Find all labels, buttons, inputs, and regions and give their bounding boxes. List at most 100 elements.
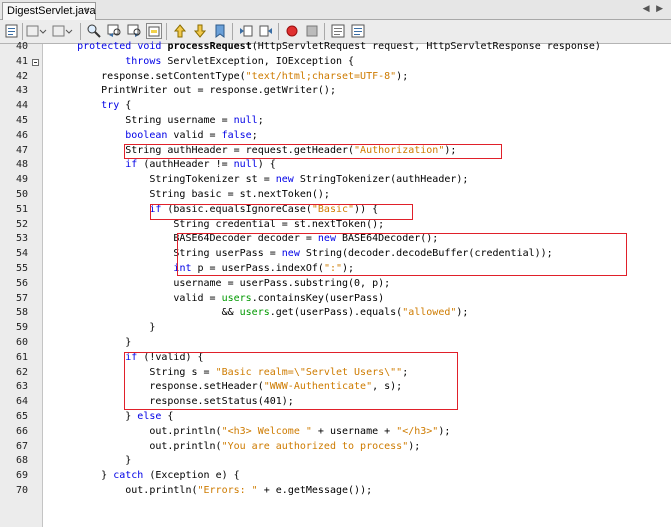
- code-line[interactable]: 69 } catch (Exception e) {: [0, 469, 671, 484]
- line-number: 61: [15, 351, 28, 363]
- code-text: }: [53, 337, 132, 348]
- code-text: PrintWriter out = response.getWriter();: [53, 85, 336, 97]
- line-number: 57: [15, 292, 28, 304]
- shift-right-icon[interactable]: [258, 23, 274, 39]
- toolbar-separator: [232, 23, 233, 40]
- line-number: 53: [15, 233, 28, 245]
- code-text: out.println("<h3> Welcome " + username +…: [53, 425, 451, 437]
- next-bookmark-icon[interactable]: [192, 23, 208, 39]
- line-number: 63: [15, 381, 28, 393]
- code-text: valid = users.containsKey(userPass): [53, 292, 385, 304]
- code-line[interactable]: 46 boolean valid = false;: [0, 129, 671, 144]
- code-line[interactable]: 60 }: [0, 336, 671, 351]
- line-number: 48: [15, 159, 28, 171]
- line-number: 45: [15, 115, 28, 126]
- code-text: protected void processRequest(HttpServle…: [77, 41, 601, 52]
- code-line[interactable]: 49 StringTokenizer st = new StringTokeni…: [0, 173, 671, 188]
- line-number: 47: [15, 144, 28, 156]
- code-line[interactable]: 42 response.setContentType("text/html;ch…: [0, 70, 671, 85]
- code-text: String username = null;: [53, 115, 264, 126]
- code-text: response.setContentType("text/html;chars…: [53, 70, 409, 82]
- editor-tab-bar: DigestServlet.java × ◀ ▶: [0, 0, 671, 20]
- code-text: if (authHeader != null) {: [125, 159, 276, 171]
- code-line[interactable]: 43 PrintWriter out = response.getWriter(…: [0, 84, 671, 99]
- code-line[interactable]: 58 && users.get(userPass).equals("allowe…: [0, 306, 671, 321]
- line-number: 66: [15, 425, 28, 437]
- toggle-highlight-icon[interactable]: [146, 23, 162, 39]
- highlight-box-decode: [177, 233, 627, 276]
- code-line[interactable]: 66 out.println("<h3> Welcome " + usernam…: [0, 425, 671, 440]
- code-text: boolean valid = false;: [125, 129, 258, 141]
- code-line[interactable]: 68 }: [0, 454, 671, 469]
- line-number: 46: [15, 129, 28, 141]
- toolbar-separator: [324, 23, 325, 40]
- line-number: 43: [15, 85, 28, 97]
- code-text: username = userPass.substring(0, p);: [53, 277, 391, 289]
- code-text: } else {: [53, 411, 174, 422]
- code-text: && users.get(userPass).equals("allowed")…: [53, 307, 469, 319]
- line-number: 69: [15, 470, 28, 482]
- line-number: 58: [15, 307, 28, 319]
- line-number: 50: [15, 189, 28, 200]
- code-text: String basic = st.nextToken();: [53, 189, 330, 200]
- comment-icon[interactable]: [330, 23, 346, 39]
- code-text: }: [53, 455, 132, 467]
- code-text: out.println("Errors: " + e.getMessage())…: [53, 485, 373, 496]
- tab-scroll-arrows-icon[interactable]: ◀ ▶: [643, 3, 665, 14]
- code-line[interactable]: 67 out.println("You are authorized to pr…: [0, 440, 671, 455]
- highlight-box-auth-header: [124, 144, 502, 159]
- uncomment-icon[interactable]: [350, 23, 366, 39]
- find-next-icon[interactable]: [126, 23, 142, 39]
- line-number: 64: [15, 396, 28, 408]
- stop-macro-icon[interactable]: [304, 23, 320, 39]
- line-number: 60: [15, 337, 28, 348]
- find-icon[interactable]: [86, 23, 102, 39]
- code-text: } catch (Exception e) {: [53, 470, 240, 482]
- code-line[interactable]: 48 if (authHeader != null) {: [0, 158, 671, 173]
- code-text: StringTokenizer st = new StringTokenizer…: [53, 174, 469, 186]
- source-history-icon[interactable]: [4, 23, 20, 39]
- line-number: 62: [15, 366, 28, 378]
- line-number: 54: [15, 248, 28, 260]
- code-text: try {: [101, 100, 132, 112]
- line-number: 70: [15, 485, 28, 496]
- code-line[interactable]: 40 protected void processRequest(HttpSer…: [0, 40, 671, 55]
- code-line[interactable]: 44 try {: [0, 99, 671, 114]
- toolbar-separator: [80, 23, 81, 40]
- line-number: 55: [15, 263, 28, 274]
- toggle-bookmark-icon[interactable]: [212, 23, 228, 39]
- code-line[interactable]: 70 out.println("Errors: " + e.getMessage…: [0, 484, 671, 499]
- shift-left-icon[interactable]: [238, 23, 254, 39]
- code-line[interactable]: 45 String username = null;: [0, 114, 671, 129]
- line-number: 59: [15, 322, 28, 334]
- start-macro-icon[interactable]: [284, 23, 300, 39]
- line-number: 44: [15, 100, 28, 112]
- toolbar-separator: [166, 23, 167, 40]
- line-number: 68: [15, 455, 28, 467]
- line-number: 49: [15, 174, 28, 186]
- code-text: throws ServletException, IOException {: [125, 55, 355, 67]
- back-icon[interactable]: [26, 23, 48, 39]
- close-icon[interactable]: ×: [84, 3, 90, 19]
- code-text: out.println("You are authorized to proce…: [53, 440, 421, 452]
- line-number: 41: [15, 55, 28, 67]
- forward-icon[interactable]: [52, 23, 74, 39]
- highlight-box-basic-check: [150, 204, 413, 220]
- find-previous-icon[interactable]: [106, 23, 122, 39]
- code-line[interactable]: 56 username = userPass.substring(0, p);: [0, 277, 671, 292]
- code-text: }: [53, 322, 156, 334]
- previous-bookmark-icon[interactable]: [172, 23, 188, 39]
- code-line[interactable]: 41 throws ServletException, IOException …: [0, 55, 671, 70]
- highlight-box-auth-challenge: [124, 352, 458, 410]
- line-number: 51: [15, 203, 28, 215]
- line-number: 65: [15, 411, 28, 422]
- line-number: 52: [15, 218, 28, 230]
- code-line[interactable]: 57 valid = users.containsKey(userPass): [0, 292, 671, 307]
- code-line[interactable]: 50 String basic = st.nextToken();: [0, 188, 671, 203]
- tab-digestservlet[interactable]: DigestServlet.java ×: [2, 2, 96, 20]
- line-number: 42: [15, 70, 28, 82]
- line-number: 67: [15, 440, 28, 452]
- line-number: 40: [15, 41, 28, 52]
- code-line[interactable]: 59 }: [0, 321, 671, 336]
- code-line[interactable]: 65 } else {: [0, 410, 671, 425]
